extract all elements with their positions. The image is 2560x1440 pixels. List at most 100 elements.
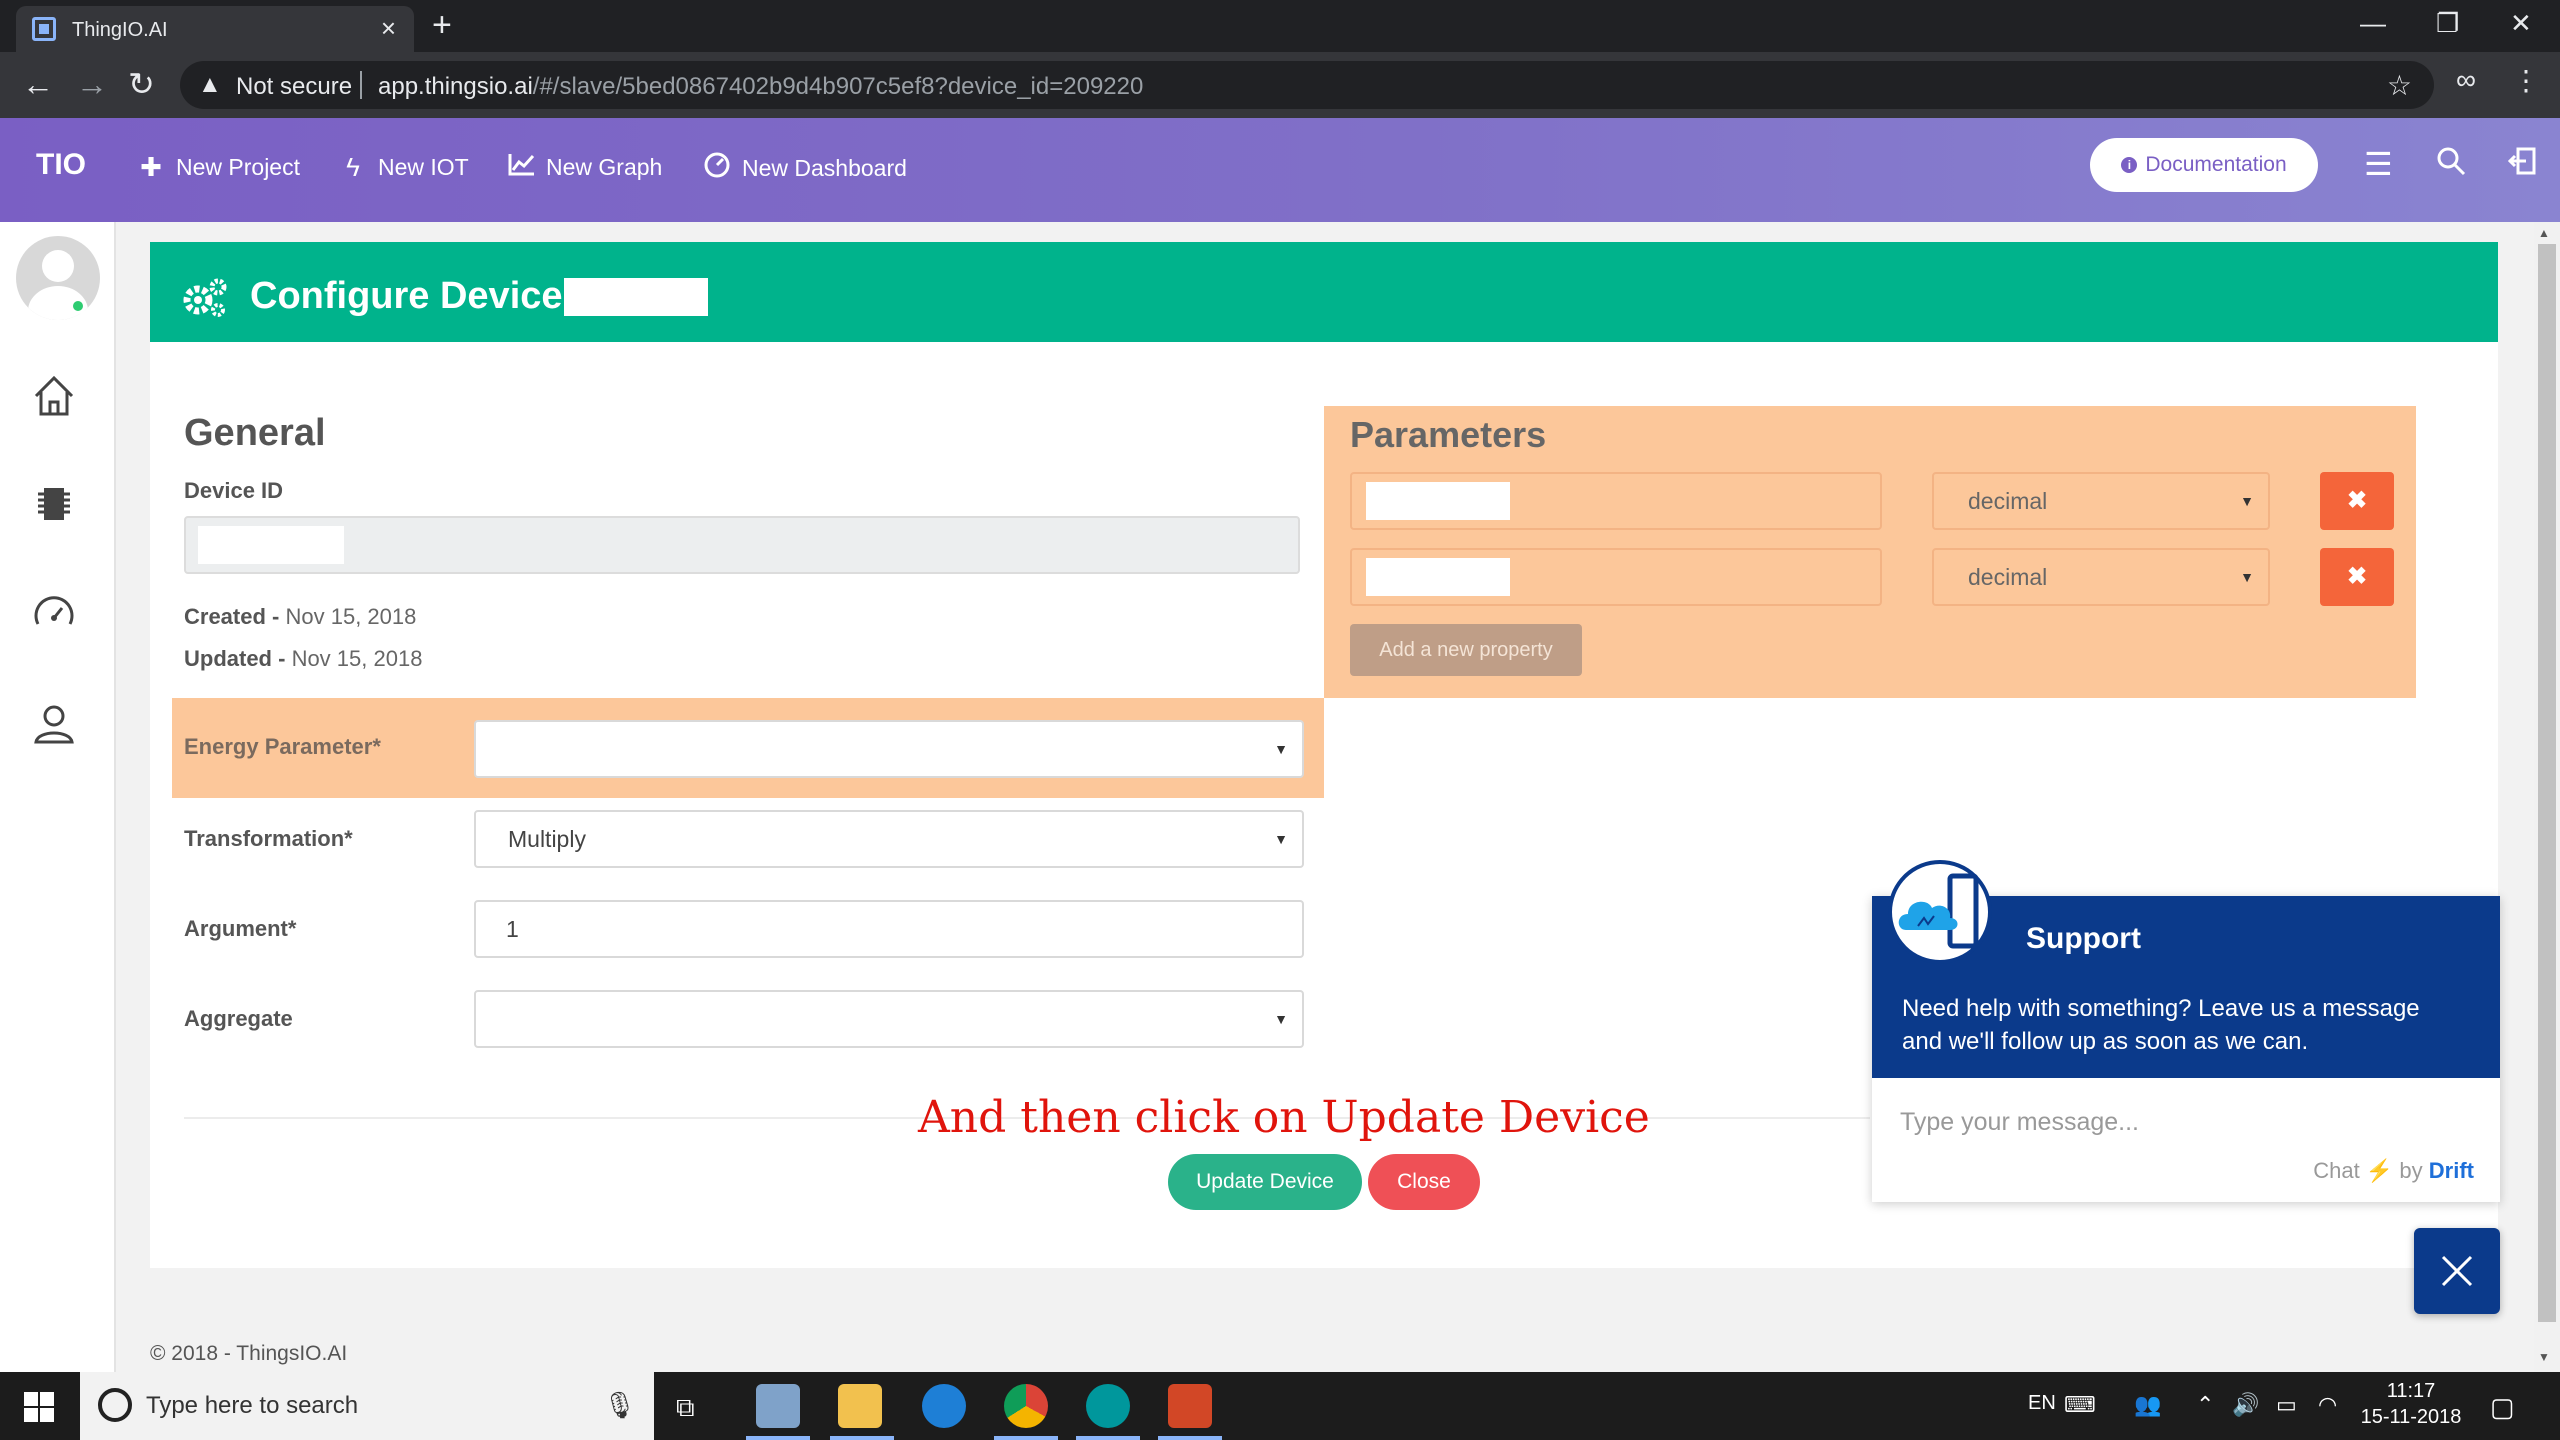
transformation-select[interactable]: Multiply ▼ xyxy=(474,810,1304,868)
nav-label: New Dashboard xyxy=(742,155,907,181)
app-running-indicator xyxy=(1158,1436,1222,1440)
argument-label: Argument* xyxy=(184,916,297,941)
incognito-icon[interactable]: ∞ xyxy=(2456,64,2476,96)
parameters-panel: Parameters decimal ▼ ✖ decimal ▼ ✖ Add a… xyxy=(1324,406,2416,698)
volume-icon[interactable]: 🔊 xyxy=(2232,1392,2259,1418)
brand-logo[interactable]: TIO xyxy=(36,148,86,182)
gears-icon xyxy=(183,278,227,317)
parameter-type-value: decimal xyxy=(1968,488,2048,514)
hamburger-menu-icon[interactable]: ☰ xyxy=(2364,146,2393,182)
device-id-redacted xyxy=(198,526,344,564)
site-favicon-icon xyxy=(32,17,56,41)
chat-title: Support xyxy=(2026,922,2141,955)
file-explorer-icon[interactable] xyxy=(838,1384,882,1428)
cortana-icon xyxy=(98,1388,132,1422)
home-icon[interactable] xyxy=(30,372,78,420)
parameter-name-input[interactable] xyxy=(1350,472,1882,530)
page-scrollbar-thumb[interactable] xyxy=(2538,244,2556,1322)
chat-avatar xyxy=(1888,860,1992,964)
left-sidebar xyxy=(0,222,116,1372)
chat-welcome-message: Need help with something? Leave us a mes… xyxy=(1902,995,2420,1055)
nav-new-dashboard[interactable]: New Dashboard xyxy=(704,152,907,185)
scroll-up-icon[interactable]: ▲ xyxy=(2538,226,2550,240)
browser-toolbar: ← → ↻ ▲ Not secure app.thingsio.ai/#/sla… xyxy=(0,52,2560,118)
arduino-icon[interactable] xyxy=(1086,1384,1130,1428)
new-tab-icon[interactable]: + xyxy=(432,8,452,42)
footer-copyright: © 2018 - ThingsIO.AI xyxy=(150,1342,348,1365)
scroll-down-icon[interactable]: ▼ xyxy=(2538,1350,2550,1364)
edge-browser-icon[interactable] xyxy=(922,1384,966,1428)
chat-powered-by[interactable]: Chat ⚡ by Drift xyxy=(2313,1158,2474,1184)
chat-message-input[interactable]: Type your message... xyxy=(1900,1108,2139,1137)
drift-brand: Drift xyxy=(2428,1158,2474,1183)
tray-chevron-up-icon[interactable]: ⌃ xyxy=(2196,1392,2214,1418)
app-active-indicator xyxy=(994,1436,1058,1440)
parameter-name-redacted xyxy=(1366,482,1510,520)
battery-icon[interactable]: ▭ xyxy=(2276,1392,2297,1418)
bolt-icon: ϟ xyxy=(346,152,360,182)
restore-icon[interactable]: ❐ xyxy=(2436,8,2459,39)
delete-parameter-button[interactable]: ✖ xyxy=(2320,548,2394,606)
taskbar-app-explorer-icon[interactable] xyxy=(756,1384,800,1428)
nav-new-graph[interactable]: New Graph xyxy=(508,152,662,183)
warning-icon: ▲ xyxy=(198,71,222,98)
wifi-icon[interactable]: ◠ xyxy=(2318,1392,2337,1418)
documentation-button[interactable]: i Documentation xyxy=(2090,138,2318,192)
forward-icon[interactable]: → xyxy=(76,66,108,102)
minimize-icon[interactable]: — xyxy=(2360,8,2386,39)
close-icon xyxy=(2441,1255,2473,1287)
powerpoint-icon[interactable] xyxy=(1168,1384,1212,1428)
device-id-field xyxy=(184,516,1300,574)
browser-tab[interactable]: ThingIO.AI × xyxy=(16,6,414,52)
support-chat-widget: Support Need help with something? Leave … xyxy=(1872,860,2500,1202)
notifications-icon[interactable]: ▢ xyxy=(2490,1392,2515,1423)
browser-menu-icon[interactable]: ⋮ xyxy=(2512,64,2540,97)
language-indicator[interactable]: EN xyxy=(2028,1392,2056,1415)
info-icon: i xyxy=(2121,157,2138,173)
dashboard-gauge-icon[interactable] xyxy=(30,590,78,638)
close-button[interactable]: Close xyxy=(1368,1154,1480,1210)
microphone-icon[interactable]: 🎙 xyxy=(603,1390,636,1421)
chevron-down-icon: ▼ xyxy=(1274,1011,1288,1027)
back-icon[interactable]: ← xyxy=(22,66,54,102)
avatar[interactable] xyxy=(16,236,100,320)
bookmark-star-icon[interactable]: ☆ xyxy=(2387,69,2412,102)
not-secure-label: Not secure xyxy=(236,73,353,100)
people-icon[interactable]: 👥 xyxy=(2134,1392,2161,1418)
search-icon[interactable] xyxy=(2436,146,2466,183)
energy-parameter-redacted xyxy=(494,730,640,768)
parameter-name-input[interactable] xyxy=(1350,548,1882,606)
user-icon[interactable] xyxy=(30,700,78,748)
address-separator xyxy=(360,71,362,99)
parameter-type-value: decimal xyxy=(1968,564,2048,590)
cloud-icon xyxy=(1898,873,1979,949)
argument-input[interactable]: 1 xyxy=(474,900,1304,958)
energy-parameter-select[interactable]: ▼ xyxy=(474,720,1304,778)
add-property-button[interactable]: Add a new property xyxy=(1350,624,1582,676)
nav-new-iot[interactable]: ϟ New IOT xyxy=(340,152,469,183)
window-close-icon[interactable]: ✕ xyxy=(2510,8,2532,39)
taskbar-clock[interactable]: 11:17 15-11-2018 xyxy=(2356,1378,2466,1430)
task-view-icon[interactable]: ⧉ xyxy=(676,1392,695,1424)
parameter-type-select[interactable]: decimal ▼ xyxy=(1932,548,2270,606)
reload-icon[interactable]: ↻ xyxy=(128,66,155,102)
chrome-icon[interactable] xyxy=(1004,1384,1048,1428)
address-bar[interactable]: ▲ Not secure app.thingsio.ai/#/slave/5be… xyxy=(180,61,2434,109)
tab-close-icon[interactable]: × xyxy=(381,15,396,41)
keyboard-icon[interactable]: ⌨ xyxy=(2064,1392,2096,1418)
app-running-indicator xyxy=(1076,1436,1140,1440)
updated-label: Updated - xyxy=(184,646,292,671)
nav-new-project[interactable]: ✚ New Project xyxy=(138,152,300,183)
logout-icon[interactable] xyxy=(2507,146,2538,183)
windows-start-icon[interactable] xyxy=(24,1392,54,1422)
taskbar-search[interactable]: Type here to search 🎙 xyxy=(80,1372,654,1440)
parameter-type-select[interactable]: decimal ▼ xyxy=(1932,472,2270,530)
chip-icon[interactable] xyxy=(30,480,78,528)
clock-time: 11:17 xyxy=(2386,1380,2436,1402)
chat-close-button[interactable] xyxy=(2414,1228,2500,1314)
delete-parameter-button[interactable]: ✖ xyxy=(2320,472,2394,530)
page-banner: Configure Device - xyxy=(150,242,2498,342)
gauge-icon xyxy=(704,152,730,185)
update-device-button[interactable]: Update Device xyxy=(1168,1154,1362,1210)
aggregate-select[interactable]: ▼ xyxy=(474,990,1304,1048)
